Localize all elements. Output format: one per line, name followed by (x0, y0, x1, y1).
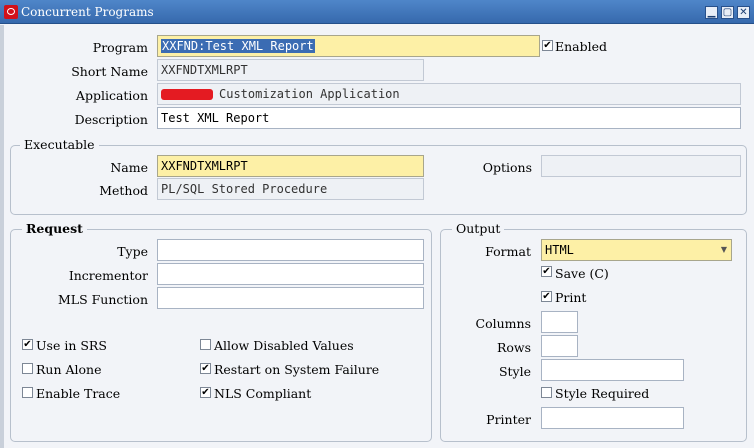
use-in-srs-label: Use in SRS (36, 338, 107, 353)
application-label: Application (75, 88, 148, 103)
columns-label: Columns (475, 316, 531, 331)
run-alone-label: Run Alone (36, 362, 102, 377)
options-label: Options (482, 160, 532, 175)
program-value: XXFND:Test XML Report (161, 39, 315, 53)
mls-function-field[interactable] (157, 287, 424, 309)
rows-field[interactable] (541, 335, 578, 357)
short-name-label: Short Name (71, 64, 148, 79)
nls-compliant-label: NLS Compliant (214, 386, 312, 401)
allow-disabled-values-label: Allow Disabled Values (214, 338, 354, 353)
program-label: Program (92, 40, 148, 55)
executable-legend: Executable (20, 137, 99, 152)
format-label: Format (485, 244, 531, 259)
executable-name-label: Name (110, 160, 148, 175)
allow-disabled-values-checkbox[interactable] (200, 339, 211, 350)
left-border (0, 25, 4, 448)
style-required-label: Style Required (555, 386, 650, 401)
method-label: Method (99, 183, 148, 198)
executable-name-field[interactable]: XXFNDTXMLRPT (157, 155, 424, 177)
output-legend: Output (452, 221, 505, 236)
enable-trace-label: Enable Trace (36, 386, 121, 401)
columns-field[interactable] (541, 311, 578, 333)
type-field[interactable] (157, 239, 424, 261)
program-field[interactable]: XXFND:Test XML Report (157, 35, 540, 57)
save-checkbox[interactable]: ✔ (541, 266, 552, 277)
nls-compliant-checkbox[interactable]: ✔ (200, 387, 211, 398)
restart-on-failure-checkbox[interactable]: ✔ (200, 363, 211, 374)
enabled-checkbox[interactable]: ✔ (542, 40, 553, 51)
enabled-label: Enabled (555, 39, 608, 54)
method-field[interactable]: PL/SQL Stored Procedure (157, 178, 424, 200)
short-name-field[interactable]: XXFNDTXMLRPT (157, 59, 424, 81)
print-label: Print (555, 290, 587, 305)
incrementor-label: Incrementor (68, 268, 148, 283)
style-label: Style (498, 364, 531, 379)
type-label: Type (117, 244, 148, 259)
incrementor-field[interactable] (157, 263, 424, 285)
application-value: Customization Application (219, 87, 400, 101)
application-field[interactable]: Customization Application (157, 83, 741, 105)
window-title: Concurrent Programs (21, 5, 154, 19)
style-required-checkbox[interactable] (541, 387, 552, 398)
print-checkbox[interactable]: ✔ (541, 291, 552, 302)
redaction-mark (161, 89, 213, 100)
request-legend: Request (22, 221, 87, 236)
printer-label: Printer (486, 412, 531, 427)
maximize-icon[interactable]: ▢ (721, 6, 734, 19)
format-select[interactable]: HTML (541, 239, 732, 261)
run-alone-checkbox[interactable] (22, 363, 33, 374)
minimize-icon[interactable]: ▁ (705, 6, 718, 19)
close-icon[interactable]: ✕ (737, 6, 750, 19)
description-field[interactable]: Test XML Report (157, 107, 741, 129)
mls-function-label: MLS Function (57, 292, 148, 307)
description-label: Description (74, 112, 148, 127)
title-bar: Concurrent Programs ▁ ▢ ✕ (0, 0, 754, 24)
format-value: HTML (545, 243, 574, 257)
style-field[interactable] (541, 359, 684, 381)
restart-on-failure-label: Restart on System Failure (214, 362, 380, 377)
options-field[interactable] (541, 155, 741, 177)
oracle-app-icon (4, 5, 18, 19)
chevron-down-icon[interactable]: ▼ (718, 241, 730, 259)
save-label: Save (C) (555, 266, 609, 281)
rows-label: Rows (496, 340, 531, 355)
printer-field[interactable] (541, 407, 684, 429)
enable-trace-checkbox[interactable] (22, 387, 33, 398)
use-in-srs-checkbox[interactable]: ✔ (22, 339, 33, 350)
